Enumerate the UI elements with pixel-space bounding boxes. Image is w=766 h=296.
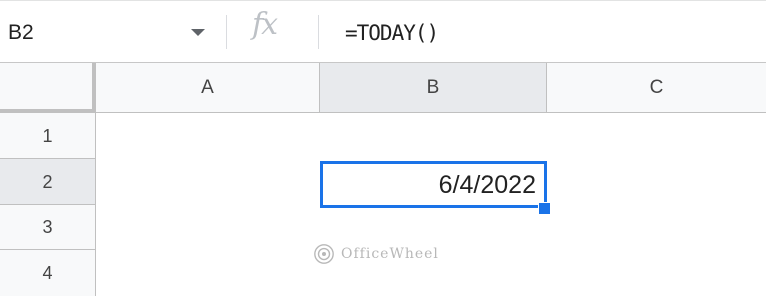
officewheel-logo-icon bbox=[314, 244, 334, 264]
formula-bar: B2 fx =TODAY() bbox=[0, 0, 766, 63]
row-header-4[interactable]: 4 bbox=[0, 250, 96, 296]
column-header-b[interactable]: B bbox=[320, 63, 547, 113]
column-header-c[interactable]: C bbox=[547, 63, 766, 113]
watermark: OfficeWheel bbox=[313, 243, 439, 265]
name-box[interactable]: B2 bbox=[0, 9, 224, 55]
select-all-corner[interactable] bbox=[0, 63, 96, 113]
column-header-a[interactable]: A bbox=[96, 63, 320, 113]
divider bbox=[318, 15, 319, 49]
row-header-1[interactable]: 1 bbox=[0, 113, 96, 159]
cell-value: 6/4/2022 bbox=[438, 171, 536, 199]
row-header-3[interactable]: 3 bbox=[0, 205, 96, 250]
active-cell-b2[interactable]: 6/4/2022 bbox=[320, 161, 547, 208]
formula-input[interactable]: =TODAY() bbox=[345, 21, 439, 45]
chevron-down-icon[interactable] bbox=[191, 29, 205, 36]
watermark-text: OfficeWheel bbox=[341, 246, 439, 262]
divider bbox=[226, 15, 227, 49]
row-header-2[interactable]: 2 bbox=[0, 159, 96, 205]
fx-icon: fx bbox=[252, 7, 278, 42]
fill-handle[interactable] bbox=[538, 202, 551, 215]
name-box-value: B2 bbox=[8, 21, 34, 44]
